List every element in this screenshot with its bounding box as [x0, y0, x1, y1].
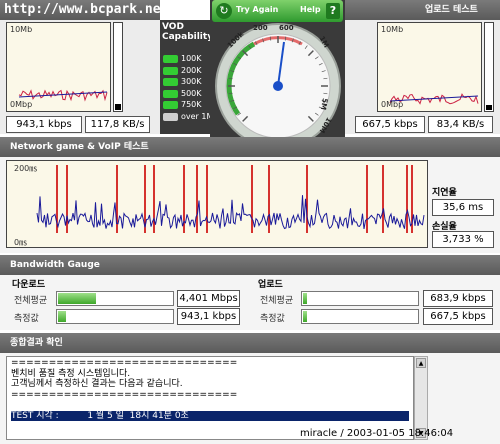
summary-line: 벤치비 품질 측정 시스템입니다.	[11, 368, 131, 379]
vod-item-label: 500K	[181, 88, 202, 98]
upload-ymax-label: 10Mb	[381, 25, 404, 34]
latency-value-field: 35,6 ms	[432, 199, 494, 216]
latency-label: 지연율	[432, 188, 457, 198]
vod-indicator-icon	[163, 66, 178, 75]
upload-level-bar	[484, 22, 494, 112]
timestamp-stamp: miracle / 2003-01-05 18:46:04	[300, 428, 454, 439]
download-speed-field: 943,1 kbps	[6, 116, 82, 133]
bw-upload-avg-bar	[301, 291, 419, 306]
upload-test-header: 업로드 테스트	[345, 0, 500, 20]
try-again-button[interactable]: Try Again	[236, 5, 278, 14]
loss-value-field: 3,733 %	[432, 231, 494, 248]
bw-download-meas-bar	[56, 309, 174, 324]
download-speed-graph	[7, 23, 110, 111]
refresh-icon[interactable]: ↻	[216, 3, 232, 19]
help-button[interactable]: Help	[300, 5, 321, 14]
bw-upload-avg-label: 전체평균	[260, 296, 294, 306]
bandwidth-gauge-header: Bandwidth Gauge	[0, 255, 500, 275]
vod-indicator-icon	[163, 78, 178, 86]
bw-download-meas-label: 측정값	[14, 314, 39, 324]
summary-line	[11, 400, 409, 411]
scroll-up-icon[interactable]: ▲	[416, 358, 426, 368]
download-ymin-label: 0Mbp	[10, 100, 33, 109]
download-level-fill	[115, 104, 121, 110]
vod-indicator-icon	[163, 55, 178, 63]
bw-upload-title: 업로드	[258, 280, 283, 290]
download-level-bar	[113, 22, 123, 112]
help-icon[interactable]: ?	[326, 3, 340, 19]
summary-text: ============================== 벤치비 품질 측정 …	[7, 357, 413, 422]
download-ymax-label: 10Mb	[10, 25, 33, 34]
bw-upload-meas-value: 667,5 kbps	[423, 308, 493, 325]
summary-line: TEST 시각 : 1 월 5 일 18시 41분 0초	[11, 410, 409, 421]
bw-upload-meas-bar	[301, 309, 419, 324]
latency-graph	[7, 161, 427, 247]
vod-indicator-icon	[163, 101, 178, 109]
network-test-header: Network game & VoIP 테스트	[0, 137, 500, 157]
bw-upload-avg-fill	[303, 293, 307, 304]
upload-level-fill	[486, 105, 492, 110]
vod-item-label: 100K	[181, 54, 202, 63]
bandwidth-gauge-title: Bandwidth Gauge	[10, 260, 100, 270]
upload-speed-graph	[378, 23, 481, 111]
gauge-hub	[273, 81, 283, 91]
bw-download-avg-label: 전체평균	[14, 296, 48, 306]
chart-background	[7, 23, 110, 111]
vod-item-label: over 1M	[181, 111, 214, 121]
vod-item-label: 300K	[181, 77, 202, 86]
watermark-text: http://www.bcpark.net	[4, 2, 169, 17]
bw-upload-avg-value: 683,9 kbps	[423, 290, 493, 307]
download-rate-field: 117,8 KB/s	[85, 116, 150, 133]
bw-upload-meas-fill	[303, 311, 307, 322]
summary-title: 종합결과 확인	[10, 338, 63, 348]
bw-download-meas-value: 943,1 kbps	[177, 308, 240, 325]
summary-header: 종합결과 확인	[0, 333, 500, 353]
bw-download-avg-bar	[56, 291, 174, 306]
upload-rate-field: 83,4 KB/s	[428, 116, 493, 133]
upload-speed-field: 667,5 kbps	[355, 116, 425, 133]
upload-speed-chart	[377, 22, 482, 112]
summary-line: ==============================	[11, 358, 238, 368]
chart-background	[7, 161, 427, 247]
summary-line: ==============================	[11, 389, 238, 400]
gauge-label-600: 600	[279, 24, 294, 32]
bw-download-title: 다운로드	[12, 280, 46, 290]
latency-ymax-label: 200㎳	[14, 164, 38, 173]
upload-ymin-label: 0Mbp	[381, 100, 404, 109]
latency-ymin-label: 0㎳	[14, 238, 28, 247]
upload-test-title: 업로드 테스트	[425, 5, 478, 15]
vod-capability-title: VOD Capability	[162, 22, 214, 42]
gauge-label-200: 200	[253, 24, 268, 32]
summary-line: 고객님께서 측정하신 결과는 다음과 같습니다.	[11, 379, 183, 389]
vod-item-label: 200K	[181, 65, 202, 75]
vod-item-label: 750K	[181, 100, 202, 109]
bw-download-meas-fill	[58, 311, 66, 322]
latency-chart	[6, 160, 428, 248]
vod-indicator-icon	[163, 89, 178, 98]
bw-download-avg-fill	[58, 293, 96, 304]
vod-indicator-icon	[163, 112, 178, 121]
download-speed-chart	[6, 22, 111, 112]
bw-download-avg-value: 4,401 Mbps	[177, 290, 240, 307]
bw-upload-meas-label: 측정값	[260, 314, 285, 324]
network-test-title: Network game & VoIP 테스트	[10, 142, 149, 152]
